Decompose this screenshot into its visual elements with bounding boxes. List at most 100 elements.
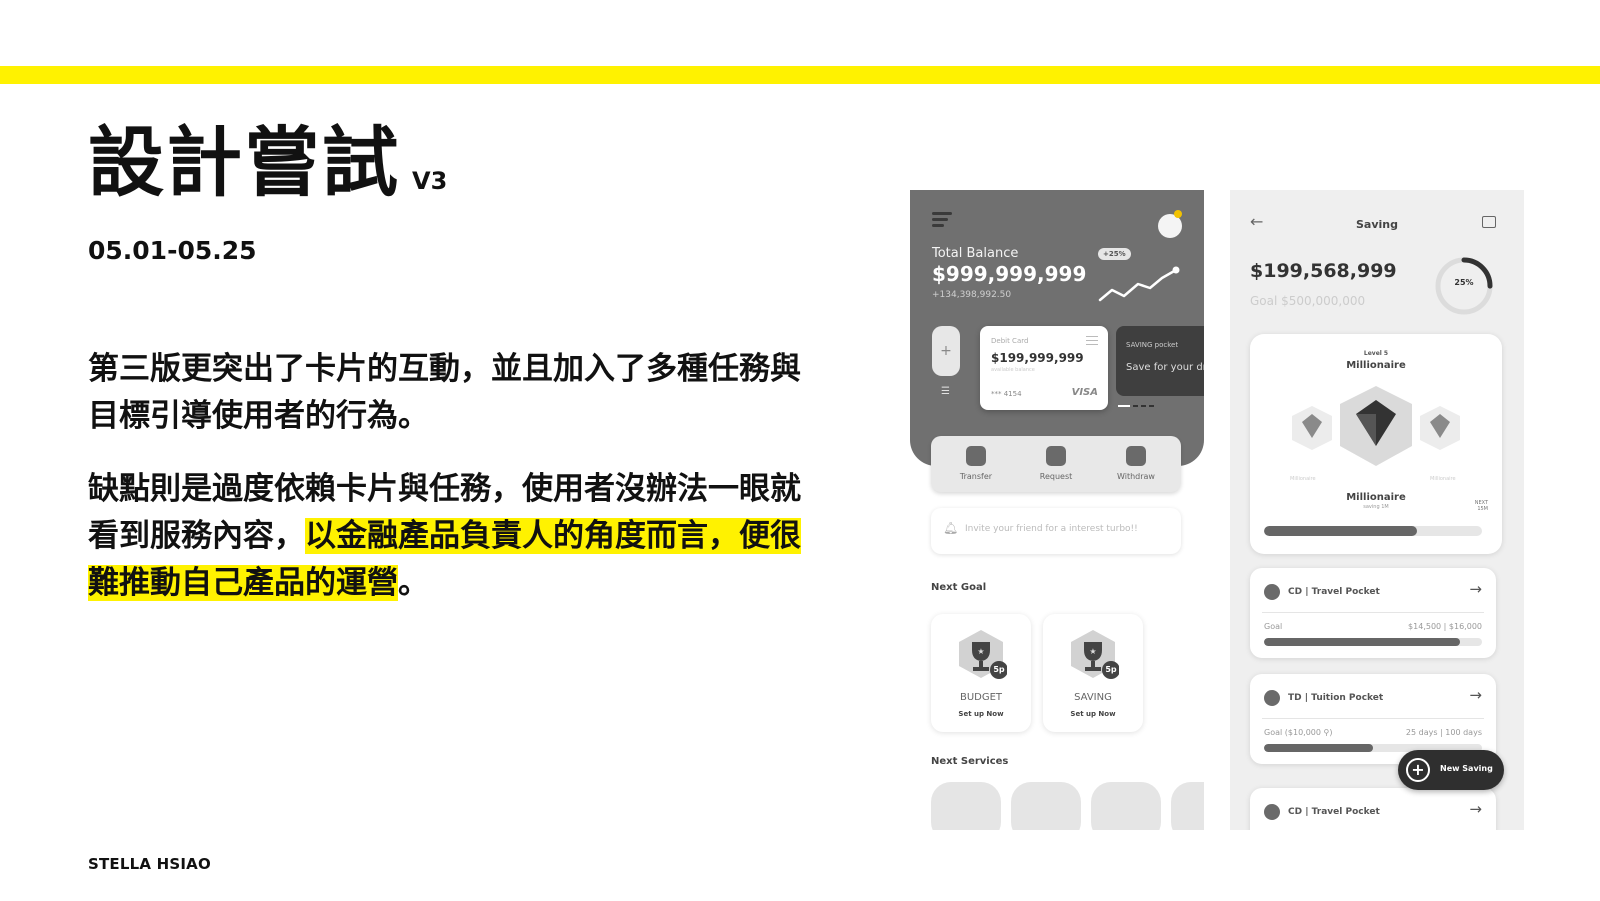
withdraw-icon <box>1126 446 1146 466</box>
saving-screen-mockup: ← Saving $199,568,999 Goal $500,000,000 … <box>1230 190 1524 830</box>
pocket-progress-bar <box>1264 638 1482 646</box>
next-value: 15M <box>1477 506 1488 512</box>
visa-logo: VISA <box>1071 387 1098 398</box>
paragraph-1: 第三版更突出了卡片的互動，並且加入了多種任務與目標引導使用者的行為。 <box>88 351 801 434</box>
progress-percent: 25% <box>1454 278 1474 287</box>
request-icon <box>1046 446 1066 466</box>
withdraw-label: Withdraw <box>1117 472 1155 481</box>
invite-text: Invite your friend for a interest turbo!… <box>965 524 1138 534</box>
saving-title: Saving <box>1356 218 1398 231</box>
level-progress-fill <box>1264 526 1417 536</box>
diamond-badges-icon <box>1292 386 1460 466</box>
request-label: Request <box>1039 472 1073 481</box>
pocket-goal-label: Goal <box>1264 622 1283 631</box>
saving-card-text: Save for your dream <box>1126 362 1204 373</box>
paragraph-2-end: 。 <box>398 565 429 601</box>
level-name: Millionaire <box>1346 360 1406 371</box>
pocket-progress-fill <box>1264 744 1373 752</box>
debit-card-amount: $199,999,999 <box>991 351 1084 365</box>
action-bar: Transfer Request Withdraw <box>931 436 1181 492</box>
debit-card-number: *** 4154 <box>991 390 1022 398</box>
goal-name: SAVING <box>1074 692 1112 703</box>
plus-icon: + <box>1406 758 1430 782</box>
saving-pocket-card[interactable]: SAVING pocket Save for your dream <box>1116 326 1204 396</box>
next-services-title: Next Services <box>931 756 1009 767</box>
service-tile[interactable] <box>1011 782 1081 830</box>
level-progress-bar <box>1264 526 1482 536</box>
date-range: 05.01-05.25 <box>88 236 257 265</box>
transfer-label: Transfer <box>959 472 993 481</box>
divider <box>1262 718 1484 719</box>
arrow-right-icon[interactable]: → <box>1469 580 1482 598</box>
home-screen-mockup: Total Balance $999,999,999 +134,398,992.… <box>910 190 1204 830</box>
pocket-icon <box>1264 584 1280 600</box>
transfer-icon <box>966 446 986 466</box>
goal-card-saving[interactable]: ★ 5p SAVING Set up Now <box>1043 614 1143 732</box>
list-icon[interactable]: ☰ <box>941 386 950 397</box>
pocket-name: CD | Travel Pocket <box>1288 587 1380 597</box>
level-card[interactable]: Level 5 Millionaire Millionaire Milliona… <box>1250 334 1502 554</box>
saving-amount: $199,568,999 <box>1250 260 1397 282</box>
pocket-name: TD | Tuition Pocket <box>1288 693 1384 703</box>
service-tile[interactable] <box>1171 782 1204 830</box>
notification-dot-icon <box>1174 210 1182 218</box>
page-title: 設計嘗試 V3 <box>88 118 447 208</box>
balance-change: +134,398,992.50 <box>932 290 1012 300</box>
chat-icon[interactable] <box>1482 216 1496 228</box>
change-badge: +25% <box>1098 248 1131 260</box>
pocket-goal-label: Goal ($10,000 ⚲) <box>1264 728 1333 737</box>
saving-goal: Goal $500,000,000 <box>1250 294 1366 308</box>
points-badge: 5p <box>993 665 1005 674</box>
pocket-name: CD | Travel Pocket <box>1288 807 1380 817</box>
bell-icon: 🔔︎ <box>943 521 959 535</box>
pocket-icon <box>1264 804 1280 820</box>
service-tile[interactable] <box>1091 782 1161 830</box>
pocket-goal-value: 25 days | 100 days <box>1405 728 1482 737</box>
total-balance-value: $999,999,999 <box>932 262 1087 286</box>
balance-header: Total Balance $999,999,999 +134,398,992.… <box>910 190 1204 466</box>
accent-band <box>0 66 1600 84</box>
total-balance-label: Total Balance <box>932 246 1019 261</box>
goal-card-budget[interactable]: ★ 5p BUDGET Set up Now <box>931 614 1031 732</box>
debit-card[interactable]: Debit Card $199,999,999 available balanc… <box>980 326 1108 410</box>
arrow-right-icon[interactable]: → <box>1469 800 1482 818</box>
new-saving-button[interactable]: + New Saving <box>1398 750 1504 790</box>
next-goal-title: Next Goal <box>931 582 987 593</box>
debit-card-label: Debit Card <box>991 337 1029 345</box>
pocket-icon <box>1264 690 1280 706</box>
points-badge: 5p <box>1105 665 1117 674</box>
svg-text:★: ★ <box>1089 647 1096 656</box>
menu-icon[interactable] <box>932 212 952 227</box>
goal-setup-link[interactable]: Set up Now <box>931 710 1031 718</box>
transfer-button[interactable]: Transfer <box>936 446 1016 481</box>
author-footer: STELLA HSIAO <box>88 855 211 873</box>
pocket-card[interactable]: CD | Travel Pocket → <box>1250 788 1496 830</box>
add-card-button[interactable]: + <box>932 326 960 376</box>
pocket-card[interactable]: CD | Travel Pocket → Goal $14,500 | $16,… <box>1250 568 1496 658</box>
new-saving-label: New Saving <box>1440 764 1493 773</box>
current-level-name: Millionaire <box>1346 492 1406 503</box>
side-level-label: Millionaire <box>1430 476 1456 482</box>
arrow-right-icon[interactable]: → <box>1469 686 1482 704</box>
card-menu-icon <box>1086 336 1098 348</box>
saving-card-label: SAVING pocket <box>1126 341 1179 349</box>
request-button[interactable]: Request <box>1016 446 1096 481</box>
carousel-dots <box>1118 405 1154 407</box>
svg-text:★: ★ <box>977 647 984 656</box>
debit-card-available: available balance <box>991 367 1035 373</box>
withdraw-button[interactable]: Withdraw <box>1096 446 1176 481</box>
level-subtitle: saving 1M <box>1363 504 1389 510</box>
trend-line-icon <box>1098 266 1180 302</box>
invite-banner[interactable]: 🔔︎ Invite your friend for a interest tur… <box>931 508 1181 554</box>
goal-setup-link[interactable]: Set up Now <box>1043 710 1143 718</box>
level-number: Level 5 <box>1363 350 1389 357</box>
service-tile[interactable] <box>931 782 1001 830</box>
title-text: 設計嘗試 <box>88 118 400 207</box>
pocket-progress-fill <box>1264 638 1461 646</box>
pocket-goal-value: $14,500 | $16,000 <box>1408 622 1482 631</box>
divider <box>1262 612 1484 613</box>
side-level-label: Millionaire <box>1290 476 1316 482</box>
version-label: V3 <box>412 167 448 195</box>
paragraph-2: 缺點則是過度依賴卡片與任務，使用者沒辦法一眼就看到服務內容，以金融產品負責人的角… <box>88 466 828 607</box>
next-level-marker: NEXT 15M <box>1475 500 1488 512</box>
